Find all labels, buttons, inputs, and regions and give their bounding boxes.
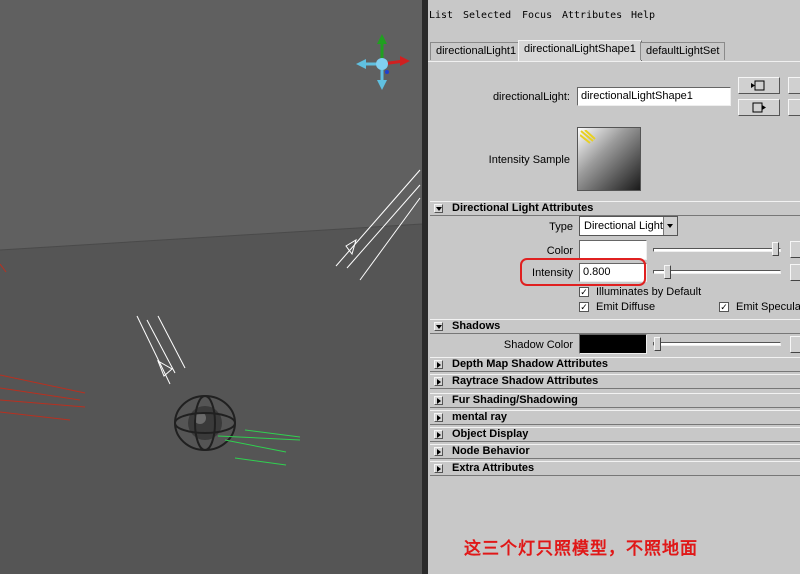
section-fur-shading[interactable]: Fur Shading/Shadowing	[430, 393, 800, 408]
highlight-annotation-box	[520, 258, 646, 286]
section-title: Depth Map Shadow Attributes	[452, 358, 609, 370]
color-label: Color	[546, 245, 573, 257]
3d-viewport[interactable]	[0, 0, 422, 574]
focus-input-button[interactable]	[738, 77, 780, 94]
color-swatch[interactable]	[579, 240, 647, 260]
emit-specular-checkbox[interactable]: ✓	[719, 302, 729, 312]
expand-triangle-icon	[434, 430, 443, 439]
section-title: mental ray	[452, 411, 508, 423]
tab-directional-light-shape[interactable]: directionalLightShape1	[518, 40, 642, 61]
menu-help[interactable]: Help	[631, 10, 655, 21]
menu-focus[interactable]: Focus	[522, 10, 552, 21]
attribute-editor: List Selected Focus Attributes Help dire…	[428, 0, 800, 574]
presets-button[interactable]	[788, 77, 800, 94]
node-name-label: directionalLight:	[492, 91, 570, 103]
intensity-map-button[interactable]	[790, 264, 800, 281]
illuminates-label: Illuminates by Default	[596, 286, 702, 298]
emit-diffuse-label: Emit Diffuse	[596, 301, 656, 313]
shadow-color-map-button[interactable]	[790, 336, 800, 353]
type-dropdown[interactable]: Directional Light	[579, 216, 678, 236]
illuminates-checkbox[interactable]: ✓	[579, 287, 589, 297]
menu-attributes[interactable]: Attributes	[562, 10, 622, 21]
node-name-field[interactable]: directionalLightShape1	[577, 87, 731, 106]
shadow-color-swatch[interactable]	[579, 334, 647, 354]
shadow-color-slider-track[interactable]	[653, 342, 781, 346]
type-value: Directional Light	[584, 220, 663, 232]
viewport-scene	[0, 0, 422, 574]
intensity-slider-track[interactable]	[653, 270, 781, 274]
annotation-caption: 这三个灯只照模型，不照地面	[464, 539, 698, 559]
chevron-down-icon	[663, 217, 677, 235]
intensity-sample-label: Intensity Sample	[488, 154, 570, 166]
intensity-sample-swatch	[577, 127, 641, 191]
focus-input-icon	[751, 80, 765, 91]
emit-diffuse-checkbox[interactable]: ✓	[579, 302, 589, 312]
section-title: Raytrace Shadow Attributes	[452, 375, 599, 387]
tab-default-light-set[interactable]: defaultLightSet	[640, 42, 726, 60]
section-depth-map-shadow[interactable]: Depth Map Shadow Attributes	[430, 357, 800, 372]
expand-triangle-icon	[434, 464, 443, 473]
section-title: Shadows	[452, 320, 501, 332]
color-slider-thumb[interactable]	[772, 242, 779, 256]
menu-selected[interactable]: Selected	[463, 10, 511, 21]
node-tabs: directionalLight1 directionalLightShape1…	[428, 40, 800, 62]
expand-triangle-icon	[434, 413, 443, 422]
light-icon	[580, 130, 596, 144]
color-slider-track[interactable]	[653, 248, 781, 252]
section-object-display[interactable]: Object Display	[430, 427, 800, 442]
focus-output-icon	[752, 102, 766, 113]
expand-triangle-icon	[434, 360, 443, 369]
menu-bar: List Selected Focus Attributes Help	[428, 10, 800, 26]
tab-directional-light[interactable]: directionalLight1	[430, 42, 523, 60]
section-title: Fur Shading/Shadowing	[452, 394, 578, 406]
section-directional-light-attributes[interactable]: Directional Light Attributes	[430, 201, 800, 216]
expand-triangle-icon	[434, 396, 443, 405]
section-title: Node Behavior	[452, 445, 530, 457]
collapse-triangle-icon	[434, 322, 443, 331]
tab-underline	[428, 61, 800, 62]
emit-specular-label: Emit Specular	[736, 301, 800, 313]
menu-list[interactable]: List	[429, 10, 453, 21]
section-mental-ray[interactable]: mental ray	[430, 410, 800, 425]
section-shadows[interactable]: Shadows	[430, 319, 800, 334]
focus-output-button[interactable]	[738, 99, 780, 116]
section-title: Object Display	[452, 428, 529, 440]
section-raytrace-shadow[interactable]: Raytrace Shadow Attributes	[430, 374, 800, 389]
collapse-triangle-icon	[434, 204, 443, 213]
show-hide-button[interactable]	[788, 99, 800, 116]
shadow-color-label: Shadow Color	[503, 339, 573, 351]
section-node-behavior[interactable]: Node Behavior	[430, 444, 800, 459]
intensity-slider-thumb[interactable]	[664, 265, 671, 279]
section-extra-attributes[interactable]: Extra Attributes	[430, 461, 800, 476]
type-label: Type	[549, 221, 573, 233]
section-title: Extra Attributes	[452, 462, 535, 474]
expand-triangle-icon	[434, 447, 443, 456]
expand-triangle-icon	[434, 377, 443, 386]
section-title: Directional Light Attributes	[452, 202, 594, 214]
shadow-color-slider-thumb[interactable]	[654, 337, 661, 351]
color-map-button[interactable]	[790, 241, 800, 258]
